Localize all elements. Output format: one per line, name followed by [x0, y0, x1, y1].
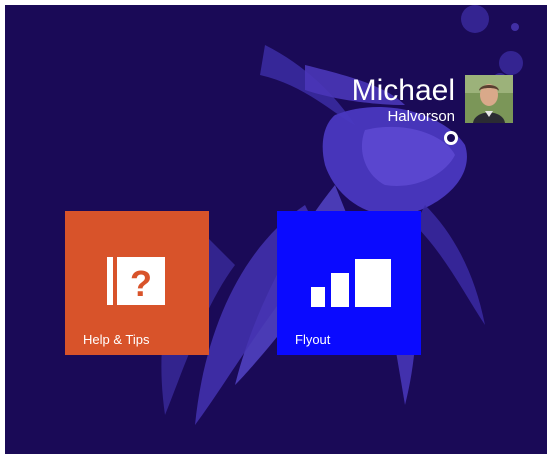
user-account[interactable]: Michael Halvorson — [352, 75, 513, 126]
tile-label-flyout: Flyout — [295, 332, 331, 347]
tile-help-and-tips[interactable]: ? Help & Tips — [65, 211, 209, 355]
tile-flyout[interactable]: Flyout — [277, 211, 421, 355]
avatar[interactable] — [465, 75, 513, 123]
start-screen: Michael Halvorson ? Help & Tips Flyout — [5, 5, 547, 454]
user-first-name: Michael — [351, 74, 455, 107]
user-photo-icon — [465, 75, 513, 123]
svg-text:?: ? — [130, 263, 152, 304]
user-last-name: Halvorson — [387, 108, 455, 125]
user-name-block[interactable]: Michael Halvorson — [352, 75, 455, 126]
tile-label-help: Help & Tips — [83, 332, 150, 347]
